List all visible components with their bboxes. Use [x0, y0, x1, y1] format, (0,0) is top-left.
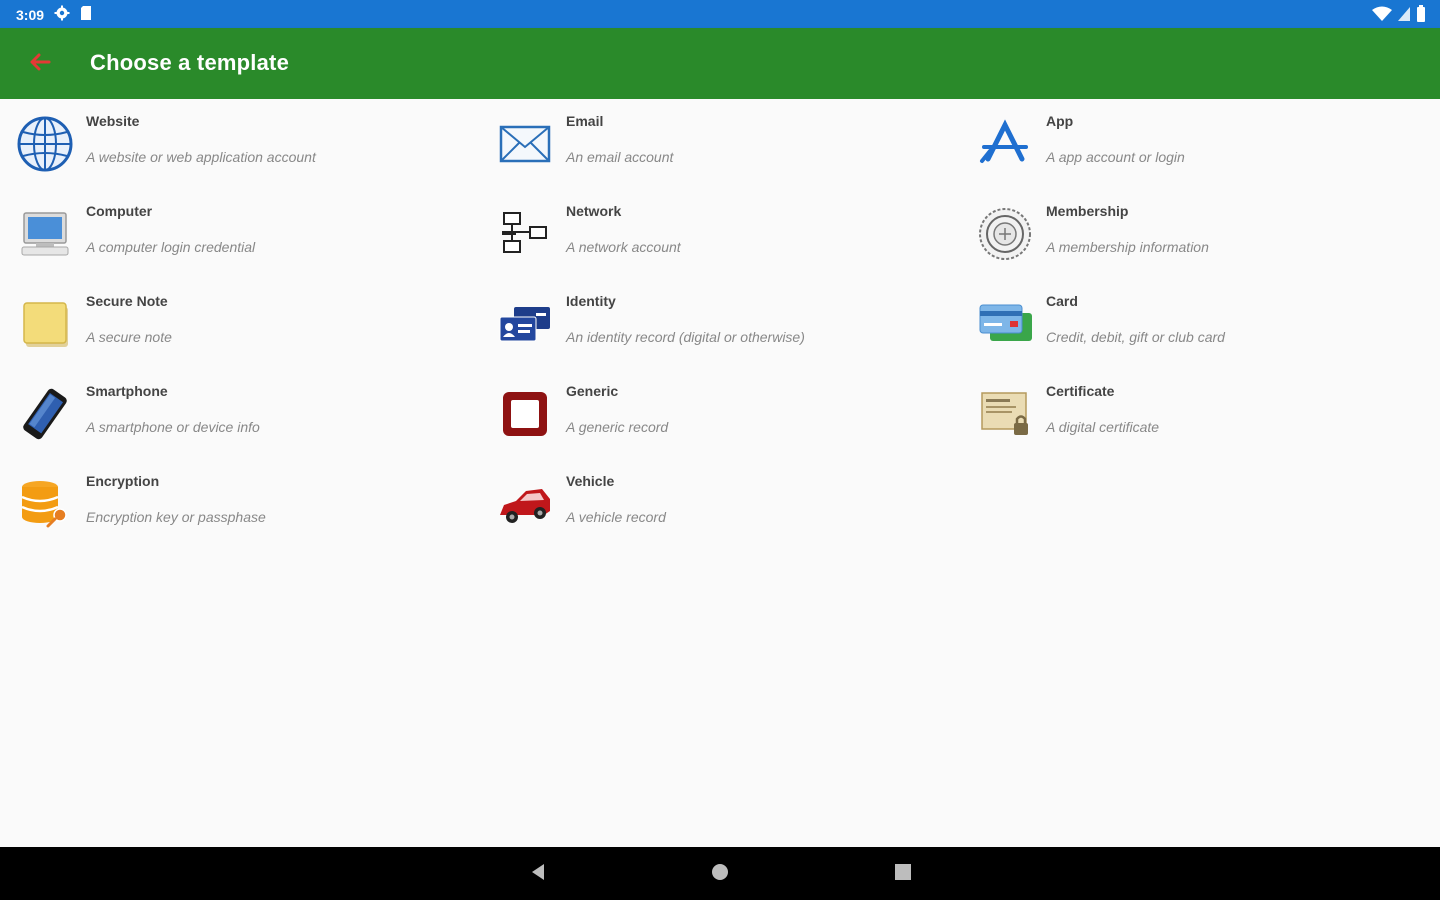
battery-icon: [1416, 5, 1426, 28]
template-app[interactable]: App A app account or login: [960, 99, 1440, 189]
template-generic[interactable]: Generic A generic record: [480, 369, 960, 459]
envelope-icon: [496, 115, 554, 173]
status-bar: 3:09: [0, 0, 1440, 28]
template-description: An email account: [566, 149, 674, 165]
template-name: Secure Note: [86, 293, 168, 309]
template-name: Email: [566, 113, 604, 129]
template-smartphone[interactable]: Smartphone A smartphone or device info: [0, 369, 480, 459]
id-cards-icon: [496, 295, 554, 353]
sticky-note-icon: [16, 295, 74, 353]
nav-back-icon: [528, 862, 548, 887]
network-icon: [496, 205, 554, 263]
template-name: Card: [1046, 293, 1078, 309]
template-network[interactable]: Network A network account: [480, 189, 960, 279]
template-card[interactable]: Card Credit, debit, gift or club card: [960, 279, 1440, 369]
wifi-icon: [1372, 6, 1392, 27]
template-certificate[interactable]: Certificate A digital certificate: [960, 369, 1440, 459]
template-name: Smartphone: [86, 383, 168, 399]
template-name: Generic: [566, 383, 619, 399]
database-key-icon: [16, 475, 74, 533]
template-description: A network account: [566, 239, 681, 255]
navigation-bar: [0, 847, 1440, 900]
template-vehicle[interactable]: Vehicle A vehicle record: [480, 459, 960, 549]
nav-home-icon: [710, 862, 730, 887]
settings-icon: [54, 5, 70, 24]
template-description: A website or web application account: [86, 149, 316, 165]
template-encryption[interactable]: Encryption Encryption key or passphase: [0, 459, 480, 549]
template-description: A generic record: [566, 419, 669, 435]
template-name: Certificate: [1046, 383, 1115, 399]
computer-icon: [16, 205, 74, 263]
credit-cards-icon: [976, 295, 1034, 353]
template-description: A computer login credential: [86, 239, 256, 255]
certificate-icon: [976, 385, 1034, 443]
template-name: Computer: [86, 203, 153, 219]
nav-home-button[interactable]: [707, 861, 733, 887]
template-description: A vehicle record: [566, 509, 666, 525]
template-description: An identity record (digital or otherwise…: [566, 329, 805, 345]
membership-seal-icon: [976, 205, 1034, 263]
status-time: 3:09: [16, 6, 45, 23]
app-store-icon: [976, 115, 1034, 173]
template-name: Network: [566, 203, 622, 219]
template-name: Membership: [1046, 203, 1129, 219]
globe-icon: [16, 115, 74, 173]
template-name: App: [1046, 113, 1074, 129]
template-email[interactable]: Email An email account: [480, 99, 960, 189]
car-icon: [496, 475, 554, 533]
template-description: Credit, debit, gift or club card: [1046, 329, 1225, 345]
back-arrow-icon: [29, 53, 51, 76]
template-secure-note[interactable]: Secure Note A secure note: [0, 279, 480, 369]
template-name: Website: [86, 113, 140, 129]
smartphone-icon: [16, 385, 74, 443]
generic-square-icon: [496, 385, 554, 443]
template-name: Vehicle: [566, 473, 615, 489]
sd-card-icon: [80, 5, 92, 24]
template-description: A app account or login: [1046, 149, 1185, 165]
template-description: Encryption key or passphase: [86, 509, 266, 525]
template-name: Identity: [566, 293, 616, 309]
template-identity[interactable]: Identity An identity record (digital or …: [480, 279, 960, 369]
app-bar: Choose a template: [0, 28, 1440, 99]
template-membership[interactable]: Membership A membership information: [960, 189, 1440, 279]
nav-recents-icon: [893, 862, 913, 887]
nav-back-button[interactable]: [525, 861, 551, 887]
template-description: A digital certificate: [1046, 419, 1160, 435]
template-computer[interactable]: Computer A computer login credential: [0, 189, 480, 279]
back-button[interactable]: [22, 48, 58, 80]
page-title: Choose a template: [90, 50, 290, 75]
template-description: A smartphone or device info: [86, 419, 260, 435]
signal-icon: [1398, 7, 1410, 26]
template-website[interactable]: Website A website or web application acc…: [0, 99, 480, 189]
template-description: A secure note: [86, 329, 172, 345]
template-description: A membership information: [1046, 239, 1209, 255]
nav-recents-button[interactable]: [890, 861, 916, 887]
template-name: Encryption: [86, 473, 160, 489]
template-list: Website A website or web application acc…: [0, 99, 1440, 847]
